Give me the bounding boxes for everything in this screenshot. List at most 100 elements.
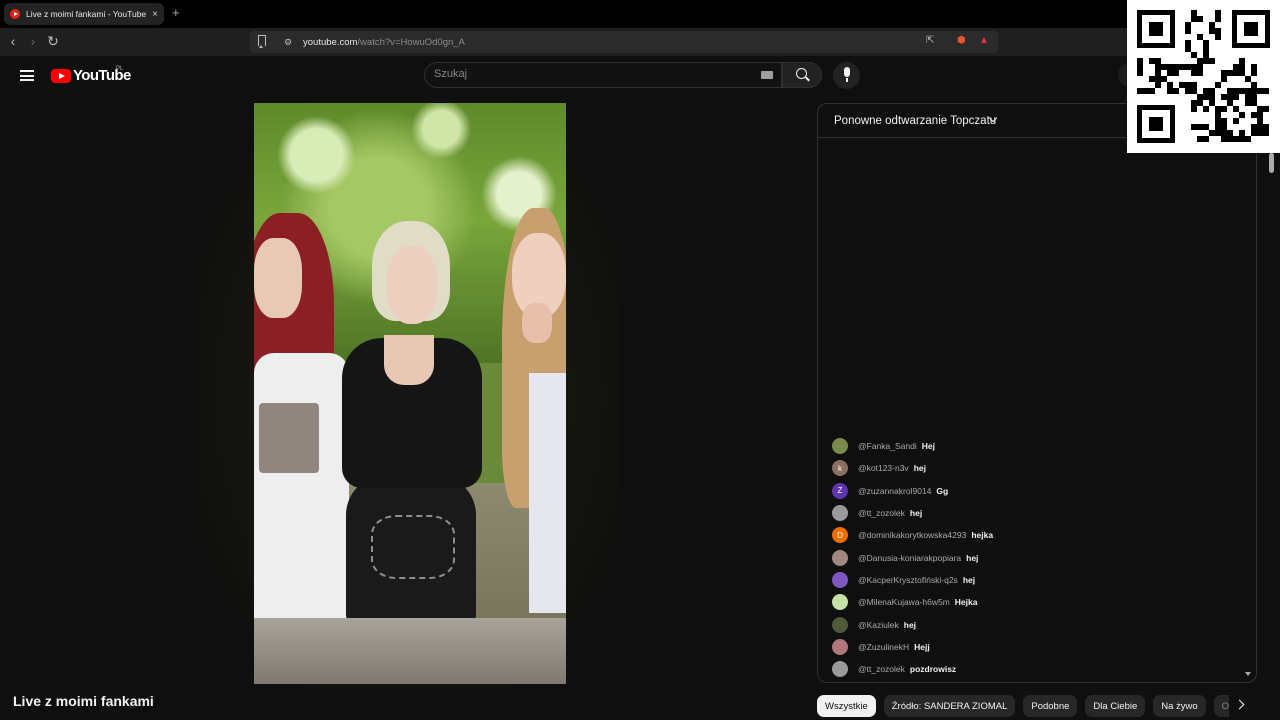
qr-module <box>1221 76 1227 82</box>
chevron-right-icon[interactable] <box>1234 699 1245 710</box>
qr-module <box>1173 70 1179 76</box>
video-person-middle-neck <box>384 335 434 385</box>
filter-chip[interactable]: Wszystkie <box>817 695 876 717</box>
chat-text: hej <box>962 574 976 585</box>
share-icon[interactable]: ⇱ <box>926 35 934 46</box>
qr-module <box>1197 70 1203 76</box>
chat-text: Hej <box>921 441 935 452</box>
url-host: youtube.com <box>303 37 358 48</box>
new-tab-button[interactable]: + <box>172 5 180 20</box>
qr-module <box>1221 106 1227 112</box>
page-scrollbar[interactable] <box>1269 153 1274 173</box>
qr-module <box>1233 118 1239 124</box>
url-path: /watch?v=HowuOd0gn_A <box>357 37 465 48</box>
chat-text: Gg <box>936 485 949 496</box>
filter-chip[interactable]: Dla Ciebie <box>1085 695 1146 717</box>
qr-module <box>1203 106 1209 112</box>
url-text[interactable]: youtube.com/watch?v=HowuOd0gn_A <box>303 37 465 48</box>
chat-text: Hejj <box>914 641 930 652</box>
qr-module <box>1215 34 1221 40</box>
chat-author[interactable]: @kot123-n3v <box>858 463 909 473</box>
video-player[interactable] <box>254 103 566 684</box>
chat-author[interactable]: @Danusia-koniarakpopiara <box>858 553 961 563</box>
browser-tab[interactable]: Live z moimi fankami - YouTube × <box>4 3 164 25</box>
chat-author[interactable]: @tt_zozolek <box>858 664 905 674</box>
video-person-middle-pants <box>346 475 476 625</box>
browser-address-bar: ‹ › ↻ <box>0 28 1280 56</box>
avatar[interactable] <box>832 616 848 633</box>
avatar[interactable] <box>832 549 848 566</box>
chat-author[interactable]: @dominikakorytkowska4293 <box>858 530 966 540</box>
avatar[interactable]: k <box>832 460 848 477</box>
filter-chip[interactable]: Ostat <box>1213 695 1229 717</box>
qr-module <box>1173 88 1179 94</box>
chat-message: @tt_zozolek hej <box>832 502 1232 524</box>
filter-chips: Wszystkie Źródło: SANDERA ZIOMAL Podobne Dl… <box>817 695 1229 717</box>
region-code: PL <box>116 66 124 72</box>
chat-message: @tt_zozolek pozdrowisz <box>832 658 1232 680</box>
video-person-right-hand <box>522 303 552 343</box>
qr-module <box>1245 136 1251 142</box>
brave-rewards-icon[interactable]: ▲ <box>979 35 989 46</box>
search-input[interactable] <box>424 62 782 88</box>
qr-module <box>1215 16 1221 22</box>
avatar[interactable]: Z <box>832 482 848 499</box>
avatar[interactable] <box>832 505 848 522</box>
video-person-left-shirt <box>254 353 349 623</box>
menu-icon[interactable] <box>20 70 34 81</box>
browser-tab-bar: Live z moimi fankami - YouTube × + <box>0 0 1280 28</box>
keyboard-icon[interactable] <box>761 71 773 79</box>
chat-author[interactable]: @Kaziulek <box>858 620 899 630</box>
back-button[interactable]: ‹ <box>4 33 22 49</box>
avatar[interactable] <box>832 594 848 611</box>
chat-message: @Fanka_Sandi Hej <box>832 435 1232 457</box>
microphone-icon <box>844 67 850 82</box>
video-person-right-shirt <box>529 373 566 613</box>
avatar[interactable] <box>832 438 848 455</box>
chat-message: @KacperKrysztofiński-q2s hej <box>832 569 1232 591</box>
chat-text: hej <box>909 508 923 519</box>
chat-author[interactable]: @KacperKrysztofiński-q2s <box>858 575 958 585</box>
reload-button[interactable]: ↻ <box>44 33 62 50</box>
youtube-favicon-icon <box>10 9 20 19</box>
avatar[interactable] <box>832 661 848 678</box>
video-person-middle-face <box>387 246 437 324</box>
chat-text: hej <box>913 463 926 474</box>
avatar[interactable] <box>832 638 848 655</box>
tab-close-button[interactable]: × <box>152 9 158 20</box>
brave-shield-icon[interactable]: ⬢ <box>957 35 966 46</box>
filter-chip[interactable]: Na żywo <box>1153 695 1206 717</box>
chat-mode-dropdown[interactable]: Ponowne odtwarzanie Topczatu <box>834 115 996 127</box>
qr-code <box>1127 0 1280 153</box>
chat-message: @MilenaKujawa-h6w5m Hejka <box>832 591 1232 613</box>
chat-author[interactable]: @zuzannakrol9014 <box>858 486 931 496</box>
filter-chip[interactable]: Źródło: SANDERA ZIOMAL <box>883 695 1016 717</box>
chat-message: Z @zuzannakrol9014 Gg <box>832 480 1232 502</box>
qr-module <box>1263 130 1269 136</box>
search-placeholder: Szukaj <box>434 68 468 80</box>
site-info-icon[interactable]: ⚙ <box>284 37 292 48</box>
chat-message: @Kaziulek hej <box>832 613 1232 635</box>
qr-module <box>1251 70 1257 76</box>
chat-author[interactable]: @tt_zozolek <box>858 508 905 518</box>
avatar[interactable]: D <box>832 527 848 544</box>
chat-text: Hejka <box>954 597 978 608</box>
chat-text: pozdrowisz <box>909 664 957 675</box>
chat-message: @ZuzulinekH Hejj <box>832 636 1232 658</box>
live-chat-panel: Ponowne odtwarzanie Topczatu @Fanka_Sand… <box>817 103 1257 683</box>
chat-scroll-down-icon[interactable] <box>1245 672 1251 676</box>
bookmark-icon[interactable] <box>258 35 266 48</box>
chat-message: k @kot123-n3v hej <box>832 457 1232 479</box>
qr-module <box>1137 70 1143 76</box>
chat-author[interactable]: @ZuzulinekH <box>858 642 909 652</box>
forward-button[interactable]: › <box>24 33 42 49</box>
youtube-play-icon <box>51 68 71 83</box>
tab-title: Live z moimi fankami - YouTube <box>26 9 147 19</box>
qr-finder-pattern <box>1137 10 1175 48</box>
filter-chip[interactable]: Podobne <box>1023 695 1078 717</box>
chat-text: hejka <box>971 530 994 541</box>
chat-author[interactable]: @Fanka_Sandi <box>858 441 917 451</box>
search-icon <box>796 68 807 79</box>
avatar[interactable] <box>832 571 848 588</box>
chat-author[interactable]: @MilenaKujawa-h6w5m <box>858 597 950 607</box>
